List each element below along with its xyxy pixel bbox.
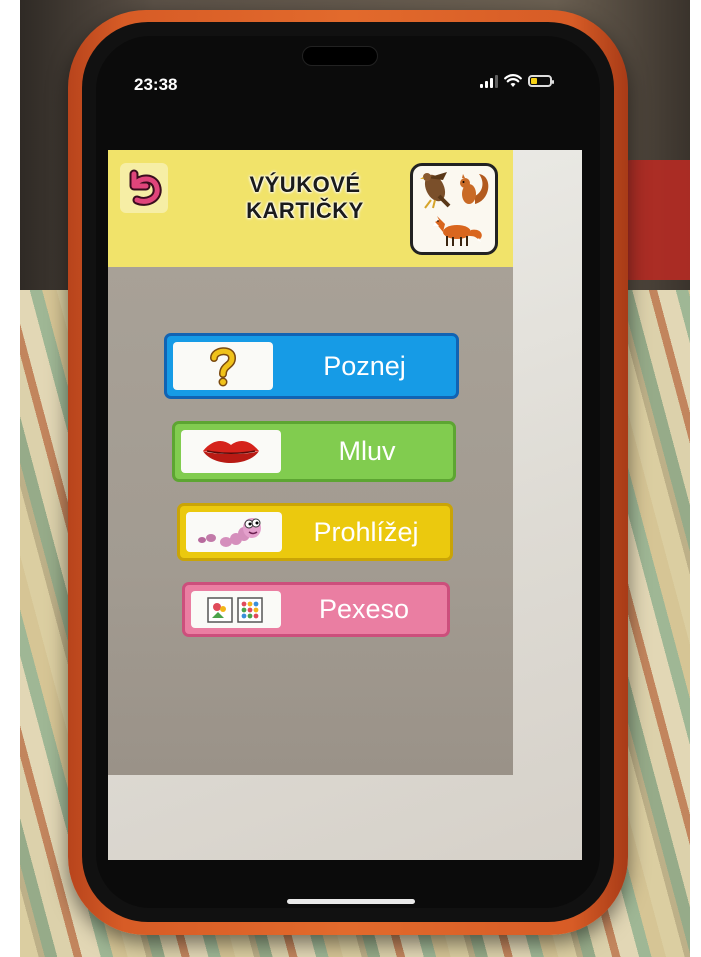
home-indicator[interactable]: [287, 899, 415, 904]
wifi-icon: [504, 74, 522, 87]
page-title: VÝUKOVÉ KARTIČKY: [215, 172, 395, 224]
memory-cards-icon: [207, 596, 263, 623]
animals-illustration: [410, 163, 498, 255]
menu-button-poznej[interactable]: Poznej: [164, 333, 459, 399]
thumb-lips: [181, 430, 281, 473]
menu-button-mluv[interactable]: Mluv: [172, 421, 456, 482]
undo-arrow-icon: [129, 169, 162, 206]
title-line-2: KARTIČKY: [246, 198, 364, 223]
menu-label-prohlizej: Prohlížej: [313, 516, 419, 547]
animals-icon: [420, 172, 489, 246]
signal-bars-icon: [480, 74, 498, 88]
status-icons: [480, 74, 554, 88]
squirrel-icon: [460, 174, 489, 204]
back-button[interactable]: [120, 163, 168, 213]
question-mark-icon: [210, 347, 237, 387]
battery-icon: [528, 75, 554, 87]
menu-label-mluv: Mluv: [338, 436, 396, 466]
earpiece-speaker: [302, 46, 378, 66]
thumb-question: [173, 342, 273, 390]
thumb-worm: [186, 512, 282, 552]
worm-icon: [198, 518, 261, 547]
title-line-1: VÝUKOVÉ: [249, 172, 361, 197]
menu-label-pexeso: Pexeso: [318, 594, 410, 624]
battery-level: [531, 78, 537, 84]
background-object: [620, 160, 690, 280]
menu-button-prohlizej[interactable]: Prohlížej: [177, 503, 453, 561]
fox-icon: [433, 216, 482, 246]
status-time: 23:38: [134, 75, 178, 94]
lips-icon: [203, 440, 259, 463]
thumb-pexeso: [191, 591, 281, 628]
hawk-icon: [420, 172, 451, 209]
menu-label-poznej: Poznej: [323, 350, 406, 381]
menu-button-pexeso[interactable]: Pexeso: [182, 582, 450, 637]
